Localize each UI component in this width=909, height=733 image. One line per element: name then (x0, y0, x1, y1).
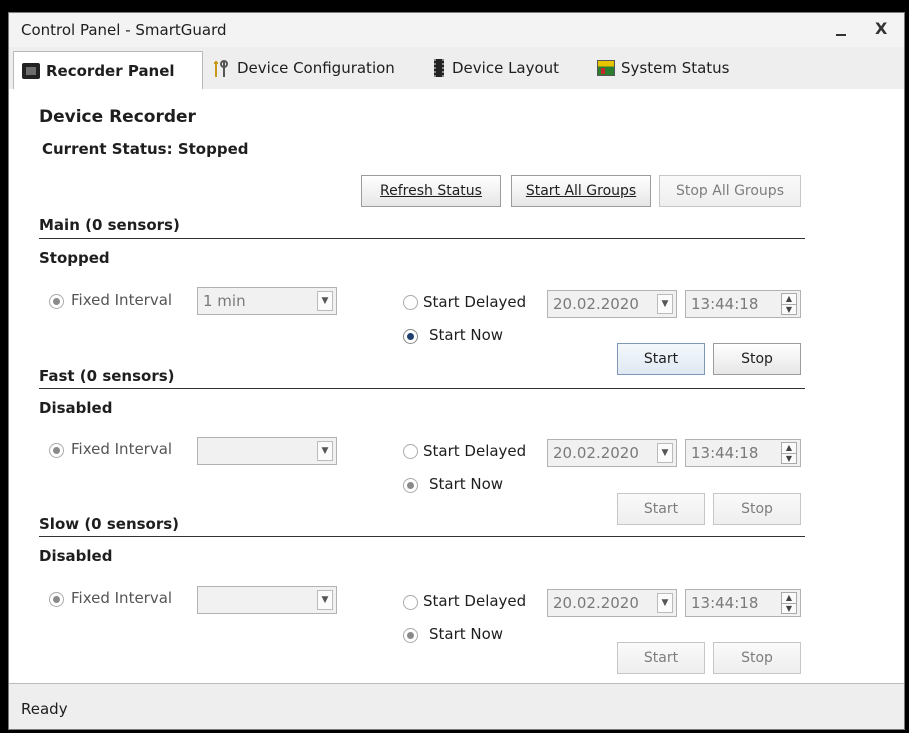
group-state: Disabled (39, 547, 113, 565)
start-now-label: Start Now (429, 326, 504, 344)
group-title: Fast (0 sensors) (39, 367, 175, 385)
tab-recorder-panel[interactable]: Recorder Panel (13, 51, 203, 91)
title-bar: Control Panel - SmartGuard X (9, 13, 904, 48)
stop-all-groups-button[interactable]: Stop All Groups (659, 175, 801, 207)
recorder-icon (22, 63, 40, 79)
minimize-button[interactable] (831, 17, 851, 41)
stop-button[interactable]: Stop (713, 642, 801, 674)
start-delayed-label: Start Delayed (423, 592, 527, 610)
start-delayed-radio[interactable] (403, 444, 418, 459)
status-chart-icon (597, 60, 615, 76)
start-now-radio[interactable] (403, 478, 418, 493)
chevron-down-icon[interactable]: ▼ (317, 590, 333, 610)
chip-icon (434, 59, 444, 77)
tab-system-status[interactable]: System Status (589, 51, 749, 85)
interval-select[interactable]: 1 min ▼ (197, 287, 337, 315)
group-state: Stopped (39, 249, 110, 267)
start-now-label: Start Now (429, 625, 504, 643)
status-bar: Ready (9, 683, 904, 729)
spin-down-icon[interactable]: ▼ (782, 305, 796, 315)
control-panel-window: Control Panel - SmartGuard X Recorder Pa… (8, 12, 905, 730)
group-state: Disabled (39, 399, 113, 417)
fixed-interval-label: Fixed Interval (71, 291, 173, 309)
window-title: Control Panel - SmartGuard (21, 21, 227, 39)
spin-up-icon[interactable]: ▲ (782, 593, 796, 604)
time-value: 13:44:18 (691, 444, 759, 462)
close-button[interactable]: X (875, 19, 887, 38)
time-value: 13:44:18 (691, 295, 759, 313)
tab-bar: Recorder Panel Device Configuration Devi… (9, 47, 904, 91)
group-divider (39, 536, 805, 537)
fixed-interval-label: Fixed Interval (71, 440, 173, 458)
group-title: Slow (0 sensors) (39, 515, 180, 533)
date-value: 20.02.2020 (553, 594, 639, 612)
tab-device-layout[interactable]: Device Layout (424, 51, 592, 85)
start-now-radio[interactable] (403, 329, 418, 344)
fixed-interval-radio[interactable] (49, 294, 64, 309)
start-now-label: Start Now (429, 475, 504, 493)
date-picker[interactable]: 20.02.2020 ▼ (547, 439, 677, 467)
fixed-interval-label: Fixed Interval (71, 589, 173, 607)
start-delayed-label: Start Delayed (423, 293, 527, 311)
date-value: 20.02.2020 (553, 295, 639, 313)
group-title: Main (0 sensors) (39, 216, 180, 234)
chevron-down-icon[interactable]: ▼ (657, 294, 673, 314)
spin-down-icon[interactable]: ▼ (782, 604, 796, 614)
chevron-down-icon[interactable]: ▼ (317, 441, 333, 461)
time-spinner[interactable]: 13:44:18 ▲ ▼ (685, 290, 801, 318)
time-value: 13:44:18 (691, 594, 759, 612)
chevron-down-icon[interactable]: ▼ (317, 291, 333, 311)
spin-down-icon[interactable]: ▼ (782, 454, 796, 464)
start-button[interactable]: Start (617, 642, 705, 674)
date-picker[interactable]: 20.02.2020 ▼ (547, 290, 677, 318)
recorder-panel: Device Recorder Current Status: Stopped … (9, 89, 904, 683)
fixed-interval-radio[interactable] (49, 592, 64, 607)
start-now-radio[interactable] (403, 628, 418, 643)
tab-label: Recorder Panel (46, 62, 175, 80)
refresh-status-button[interactable]: Refresh Status (361, 175, 501, 207)
start-delayed-radio[interactable] (403, 295, 418, 310)
start-button[interactable]: Start (617, 343, 705, 375)
chevron-down-icon[interactable]: ▼ (657, 593, 673, 613)
date-picker[interactable]: 20.02.2020 ▼ (547, 589, 677, 617)
device-recorder-heading: Device Recorder (39, 107, 196, 127)
fixed-interval-radio[interactable] (49, 443, 64, 458)
interval-value: 1 min (203, 292, 246, 310)
stop-button[interactable]: Stop (713, 343, 801, 375)
start-delayed-label: Start Delayed (423, 442, 527, 460)
chevron-down-icon[interactable]: ▼ (657, 443, 673, 463)
time-spinner[interactable]: 13:44:18 ▲ ▼ (685, 439, 801, 467)
interval-select[interactable]: ▼ (197, 437, 337, 465)
tab-label: Device Layout (452, 59, 560, 77)
date-value: 20.02.2020 (553, 444, 639, 462)
group-divider (39, 388, 805, 389)
spin-up-icon[interactable]: ▲ (782, 294, 796, 305)
start-button[interactable]: Start (617, 493, 705, 525)
status-text: Ready (21, 700, 68, 718)
stop-button[interactable]: Stop (713, 493, 801, 525)
tab-label: Device Configuration (237, 59, 395, 77)
start-all-groups-button[interactable]: Start All Groups (511, 175, 651, 207)
spin-up-icon[interactable]: ▲ (782, 443, 796, 454)
start-delayed-radio[interactable] (403, 595, 418, 610)
tab-device-configuration[interactable]: Device Configuration (205, 51, 420, 85)
group-divider (39, 238, 805, 239)
current-status-text: Current Status: Stopped (42, 140, 249, 158)
tools-icon (213, 60, 231, 77)
time-spinner[interactable]: 13:44:18 ▲ ▼ (685, 589, 801, 617)
interval-select[interactable]: ▼ (197, 586, 337, 614)
tab-label: System Status (621, 59, 730, 77)
